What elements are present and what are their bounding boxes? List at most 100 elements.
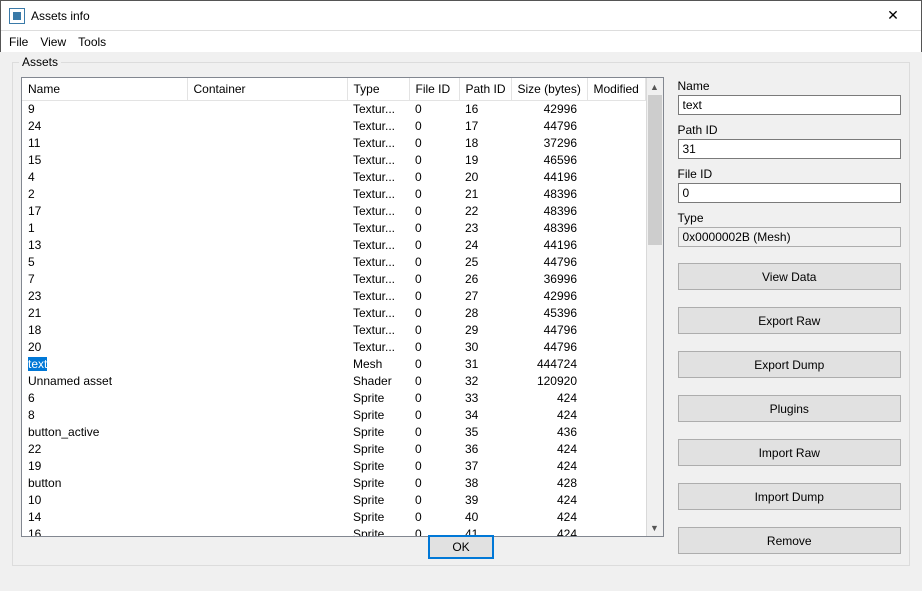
close-button[interactable]: ✕ xyxy=(873,3,913,29)
type-cell: Textur... xyxy=(347,220,409,237)
table-row[interactable]: 14Sprite040424 xyxy=(22,509,645,526)
header-size[interactable]: Size (bytes) xyxy=(511,78,587,101)
path-id-cell: 24 xyxy=(459,237,511,254)
header-container[interactable]: Container xyxy=(187,78,347,101)
file-id-cell: 0 xyxy=(409,424,459,441)
container-cell xyxy=(187,186,347,203)
type-cell: Textur... xyxy=(347,339,409,356)
type-cell: Textur... xyxy=(347,254,409,271)
file-id-field[interactable] xyxy=(678,183,902,203)
table-row[interactable]: 4Textur...02044196 xyxy=(22,169,645,186)
export-dump-button[interactable]: Export Dump xyxy=(678,351,902,378)
modified-cell xyxy=(587,339,645,356)
type-cell: Textur... xyxy=(347,203,409,220)
path-id-cell: 21 xyxy=(459,186,511,203)
file-id-cell: 0 xyxy=(409,458,459,475)
type-cell: Textur... xyxy=(347,135,409,152)
modified-cell xyxy=(587,424,645,441)
size-cell: 424 xyxy=(511,390,587,407)
name-cell: 20 xyxy=(22,339,187,356)
modified-cell xyxy=(587,492,645,509)
header-file-id[interactable]: File ID xyxy=(409,78,459,101)
header-name[interactable]: Name xyxy=(22,78,187,101)
table-row[interactable]: 23Textur...02742996 xyxy=(22,288,645,305)
table-row[interactable]: 11Textur...01837296 xyxy=(22,135,645,152)
modified-cell xyxy=(587,254,645,271)
table-row[interactable]: 2Textur...02148396 xyxy=(22,186,645,203)
name-cell: button_active xyxy=(22,424,187,441)
table-row[interactable]: 18Textur...02944796 xyxy=(22,322,645,339)
size-cell: 436 xyxy=(511,424,587,441)
modified-cell xyxy=(587,390,645,407)
table-row[interactable]: 1Textur...02348396 xyxy=(22,220,645,237)
container-cell xyxy=(187,509,347,526)
vertical-scrollbar[interactable]: ▲ ▼ xyxy=(646,78,663,536)
type-cell: Textur... xyxy=(347,237,409,254)
size-cell: 36996 xyxy=(511,271,587,288)
table-row[interactable]: 13Textur...02444196 xyxy=(22,237,645,254)
type-cell: Sprite xyxy=(347,390,409,407)
name-cell: 14 xyxy=(22,509,187,526)
export-raw-button[interactable]: Export Raw xyxy=(678,307,902,334)
scroll-thumb[interactable] xyxy=(648,95,662,245)
name-cell: 8 xyxy=(22,407,187,424)
app-icon xyxy=(9,8,25,24)
table-row[interactable]: 24Textur...01744796 xyxy=(22,118,645,135)
table-row[interactable]: 20Textur...03044796 xyxy=(22,339,645,356)
size-cell: 46596 xyxy=(511,152,587,169)
name-cell: text xyxy=(22,356,187,373)
table-row[interactable]: 21Textur...02845396 xyxy=(22,305,645,322)
table-row[interactable]: Unnamed assetShader032120920 xyxy=(22,373,645,390)
table-row[interactable]: textMesh031444724 xyxy=(22,356,645,373)
size-cell: 424 xyxy=(511,458,587,475)
modified-cell xyxy=(587,203,645,220)
path-id-cell: 23 xyxy=(459,220,511,237)
path-id-cell: 35 xyxy=(459,424,511,441)
plugins-button[interactable]: Plugins xyxy=(678,395,902,422)
path-id-cell: 28 xyxy=(459,305,511,322)
table-row[interactable]: button_activeSprite035436 xyxy=(22,424,645,441)
size-cell: 424 xyxy=(511,407,587,424)
table-row[interactable]: 5Textur...02544796 xyxy=(22,254,645,271)
path-id-cell: 26 xyxy=(459,271,511,288)
table-row[interactable]: 15Textur...01946596 xyxy=(22,152,645,169)
file-id-cell: 0 xyxy=(409,271,459,288)
table-row[interactable]: 6Sprite033424 xyxy=(22,390,645,407)
file-id-cell: 0 xyxy=(409,475,459,492)
scroll-track[interactable] xyxy=(647,95,663,519)
table-row[interactable]: 22Sprite036424 xyxy=(22,441,645,458)
table-row[interactable]: 8Sprite034424 xyxy=(22,407,645,424)
ok-button[interactable]: OK xyxy=(428,535,494,559)
table-row[interactable]: 10Sprite039424 xyxy=(22,492,645,509)
table-row[interactable]: 9Textur...01642996 xyxy=(22,101,645,119)
header-path-id[interactable]: Path ID xyxy=(459,78,511,101)
header-type[interactable]: Type xyxy=(347,78,409,101)
scroll-up-icon[interactable]: ▲ xyxy=(647,78,663,95)
type-cell: Textur... xyxy=(347,118,409,135)
container-cell xyxy=(187,288,347,305)
path-id-cell: 30 xyxy=(459,339,511,356)
table-row[interactable]: 19Sprite037424 xyxy=(22,458,645,475)
container-cell xyxy=(187,322,347,339)
path-id-field[interactable] xyxy=(678,139,902,159)
name-field[interactable] xyxy=(678,95,902,115)
table-row[interactable]: buttonSprite038428 xyxy=(22,475,645,492)
menu-tools[interactable]: Tools xyxy=(78,35,106,49)
name-cell: 4 xyxy=(22,169,187,186)
path-id-cell: 32 xyxy=(459,373,511,390)
header-modified[interactable]: Modified xyxy=(587,78,645,101)
groupbox-legend: Assets xyxy=(19,55,61,69)
scroll-down-icon[interactable]: ▼ xyxy=(647,519,663,536)
file-id-label: File ID xyxy=(678,167,902,181)
menu-view[interactable]: View xyxy=(40,35,66,49)
menu-file[interactable]: File xyxy=(9,35,28,49)
view-data-button[interactable]: View Data xyxy=(678,263,902,290)
modified-cell xyxy=(587,441,645,458)
import-raw-button[interactable]: Import Raw xyxy=(678,439,902,466)
size-cell: 428 xyxy=(511,475,587,492)
table-row[interactable]: 17Textur...02248396 xyxy=(22,203,645,220)
container-cell xyxy=(187,339,347,356)
table-row[interactable]: 7Textur...02636996 xyxy=(22,271,645,288)
import-dump-button[interactable]: Import Dump xyxy=(678,483,902,510)
container-cell xyxy=(187,492,347,509)
